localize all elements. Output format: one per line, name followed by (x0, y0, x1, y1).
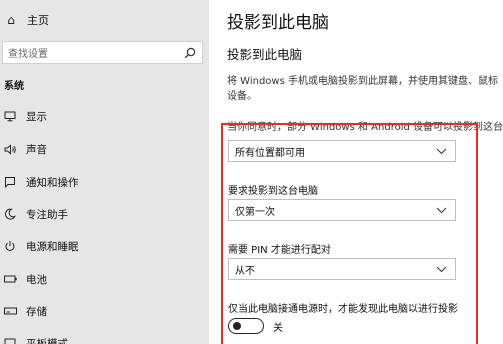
home-icon: ⌂ (7, 13, 15, 27)
sidebar-item-label: 显示 (26, 110, 47, 123)
sidebar-item-label: 存储 (26, 305, 47, 318)
speaker-icon (2, 143, 18, 155)
home-label: 主页 (27, 14, 49, 27)
page-title: 投影到此电脑 (227, 13, 329, 33)
moon-icon (2, 208, 18, 220)
sidebar-item-label: 电源和睡眠 (26, 240, 79, 253)
main-content: 投影到此电脑 投影到此电脑 将 Windows 手机或电脑投影到此屏幕，并使用其… (209, 0, 503, 344)
sidebar: ⌂ 主页 查找设置 系统 显示 声音 通知和操作 专注助手 电源和睡眠 电池 存… (0, 0, 209, 344)
sidebar-item-label: 平板模式 (26, 337, 68, 344)
sidebar-item-label: 声音 (26, 143, 47, 156)
sidebar-item-display[interactable]: 显示 (0, 104, 209, 128)
sidebar-item-focus-assist[interactable]: 专注助手 (0, 202, 209, 226)
highlight-box (221, 123, 478, 344)
sidebar-item-home[interactable]: ⌂ 主页 (0, 9, 209, 31)
sidebar-item-power-sleep[interactable]: 电源和睡眠 (0, 234, 209, 258)
description: 将 Windows 手机或电脑投影到此屏幕，并使用其键盘、鼠标 设备。 (227, 74, 503, 104)
description-line: 设备。 (227, 91, 257, 102)
power-icon (2, 240, 18, 252)
search-placeholder: 查找设置 (8, 49, 48, 60)
sidebar-item-label: 专注助手 (26, 208, 68, 221)
sidebar-section-title: 系统 (4, 81, 24, 92)
search-icon[interactable] (184, 47, 196, 59)
section-subtitle: 投影到此电脑 (227, 47, 303, 62)
search-input[interactable]: 查找设置 (2, 41, 203, 64)
tablet-mode-icon (2, 338, 18, 344)
storage-icon (2, 307, 18, 315)
notification-icon (2, 176, 18, 188)
sidebar-item-label: 电池 (26, 273, 47, 286)
sidebar-item-notifications[interactable]: 通知和操作 (0, 170, 209, 194)
sidebar-item-tablet-mode[interactable]: 平板模式 (0, 331, 209, 344)
description-line: 将 Windows 手机或电脑投影到此屏幕，并使用其键盘、鼠标 (227, 76, 498, 87)
sidebar-item-storage[interactable]: 存储 (0, 299, 209, 323)
sidebar-item-label: 通知和操作 (26, 176, 79, 189)
sidebar-item-battery[interactable]: 电池 (0, 267, 209, 291)
sidebar-item-sound[interactable]: 声音 (0, 137, 209, 161)
monitor-icon (2, 111, 18, 122)
battery-icon (2, 275, 18, 283)
